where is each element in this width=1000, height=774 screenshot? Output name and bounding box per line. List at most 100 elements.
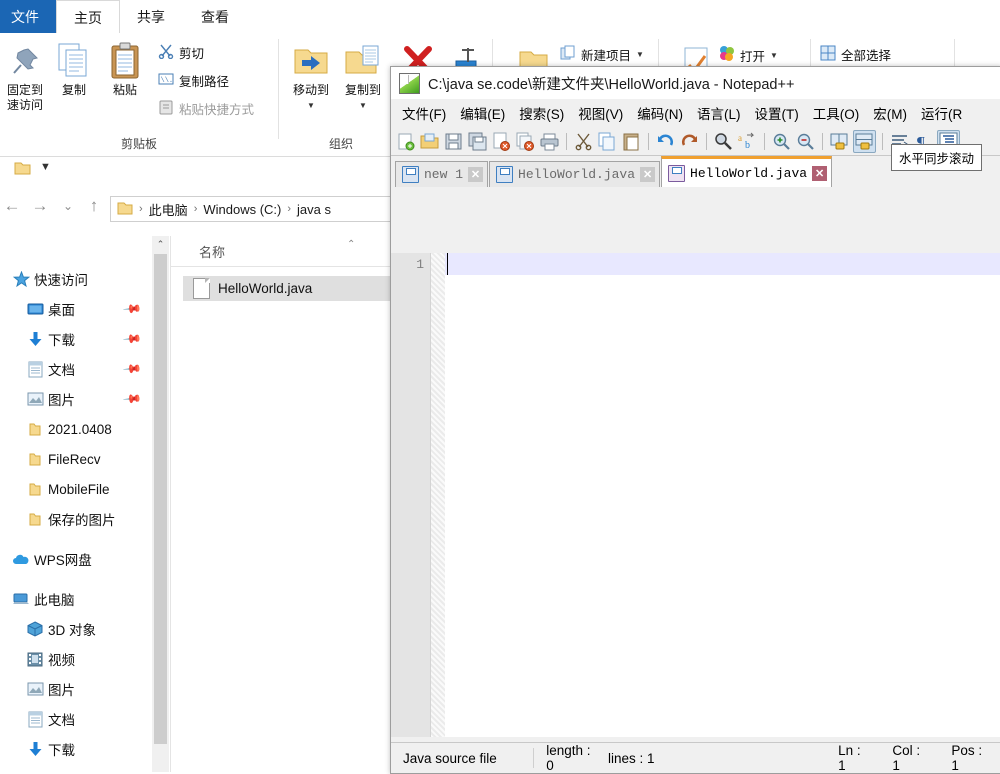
cut-button[interactable]: 剪切 bbox=[158, 43, 204, 62]
sidebar-item-3d-objects[interactable]: 3D 对象 bbox=[0, 614, 152, 644]
pin-icon-downloads[interactable]: 📌 bbox=[122, 329, 142, 349]
save-icon[interactable] bbox=[443, 131, 464, 152]
sidebar-item-documents[interactable]: 文档 📌 bbox=[0, 354, 152, 384]
copy-to-button[interactable]: 复制到 ▼ bbox=[334, 39, 392, 113]
sidebar-item-filerecv[interactable]: FileRecv bbox=[0, 444, 152, 474]
open-file-icon[interactable] bbox=[419, 131, 440, 152]
ribbon-group-clipboard: 固定到 速访问 复制 粘贴 剪切 \\. 复制路径 粘贴快捷方式 剪贴板 bbox=[0, 33, 278, 156]
new-file-icon[interactable] bbox=[395, 131, 416, 152]
sidebar-item-downloads[interactable]: 下载 📌 bbox=[0, 324, 152, 354]
move-to-button[interactable]: 移动到 ▼ bbox=[282, 39, 340, 113]
copy-path-button[interactable]: \\.. 复制路径 bbox=[158, 71, 229, 90]
code-text-area[interactable] bbox=[445, 253, 1000, 737]
sync-vertical-scrolling-icon[interactable] bbox=[829, 131, 850, 152]
menu-language[interactable]: 语言(L) bbox=[690, 100, 748, 126]
ribbon-tab-share[interactable]: 共享 bbox=[120, 0, 182, 33]
navigation-pane: 快速访问 桌面 📌 下载 📌 文档 📌 图片 📌 2021.0408 FileR… bbox=[0, 236, 152, 772]
qat-dropdown-icon[interactable]: ▼ bbox=[40, 161, 51, 173]
move-to-caret-icon[interactable]: ▼ bbox=[282, 98, 340, 113]
menu-file[interactable]: 文件(F) bbox=[395, 100, 453, 126]
close-tab-icon-3[interactable]: ✕ bbox=[812, 165, 828, 181]
print-icon[interactable] bbox=[539, 131, 560, 152]
menu-edit[interactable]: 编辑(E) bbox=[453, 100, 512, 126]
scroll-up-icon[interactable]: ⌃ bbox=[152, 236, 169, 253]
close-tab-icon-1[interactable]: ✕ bbox=[468, 167, 484, 182]
save-all-icon[interactable] bbox=[467, 131, 488, 152]
editor-tab-helloworld-2[interactable]: HelloWorld.java ✕ bbox=[661, 156, 833, 187]
close-file-icon[interactable] bbox=[491, 131, 512, 152]
menu-view[interactable]: 视图(V) bbox=[571, 100, 630, 126]
sidebar-item-quick-access[interactable]: 快速访问 bbox=[0, 264, 152, 294]
copy-icon-toolbar[interactable] bbox=[597, 131, 618, 152]
sidebar-item-music[interactable]: 音乐 bbox=[0, 764, 152, 772]
notepadpp-editor[interactable]: 1 bbox=[391, 253, 1000, 737]
pin-icon-documents[interactable]: 📌 bbox=[122, 359, 142, 379]
copy-button[interactable]: 复制 bbox=[45, 39, 103, 98]
breadcrumb-item-this-pc[interactable]: 此电脑 bbox=[149, 200, 188, 219]
copy-to-caret-icon[interactable]: ▼ bbox=[334, 98, 392, 113]
svg-text:b: b bbox=[745, 140, 750, 151]
menu-search[interactable]: 搜索(S) bbox=[512, 100, 571, 126]
table-row[interactable]: HelloWorld.java bbox=[183, 276, 411, 301]
ribbon-tab-file-label: 文件 bbox=[11, 8, 39, 25]
toolbar-divider-2 bbox=[648, 132, 649, 150]
editor-tab-new-1[interactable]: new 1 ✕ bbox=[395, 161, 489, 187]
find-icon[interactable] bbox=[713, 131, 734, 152]
navigation-pane-scrollbar[interactable]: ⌃ bbox=[152, 236, 169, 772]
pin-icon-pictures[interactable]: 📌 bbox=[122, 389, 142, 409]
replace-icon[interactable]: ab bbox=[737, 131, 758, 152]
paste-shortcut-button[interactable]: 粘贴快捷方式 bbox=[158, 99, 254, 118]
zoom-out-icon[interactable] bbox=[795, 131, 816, 152]
pictures-icon-pc bbox=[22, 682, 48, 696]
sidebar-item-mobilefile[interactable]: MobileFile bbox=[0, 474, 152, 504]
close-tab-icon-2[interactable]: ✕ bbox=[640, 167, 656, 182]
paste-button[interactable]: 粘贴 bbox=[96, 39, 154, 98]
select-all-button[interactable]: 全部选择 bbox=[820, 45, 891, 64]
new-item-button[interactable]: 新建项目 ▼ bbox=[560, 45, 644, 64]
pin-icon-desktop[interactable]: 📌 bbox=[122, 299, 142, 319]
scrollbar-thumb[interactable] bbox=[154, 254, 167, 744]
sidebar-item-documents-pc[interactable]: 文档 bbox=[0, 704, 152, 734]
breadcrumb-item-windows-c[interactable]: Windows (C:) bbox=[203, 202, 281, 217]
sidebar-item-2021-0408[interactable]: 2021.0408 bbox=[0, 414, 152, 444]
sidebar-item-videos[interactable]: 视频 bbox=[0, 644, 152, 674]
sort-ascending-icon: ⌃ bbox=[347, 239, 356, 250]
menu-run[interactable]: 运行(R bbox=[914, 100, 969, 126]
sidebar-item-desktop[interactable]: 桌面 📌 bbox=[0, 294, 152, 324]
qat-folder-icon[interactable] bbox=[14, 161, 31, 179]
menu-encoding[interactable]: 编码(N) bbox=[630, 100, 690, 126]
new-item-icon bbox=[560, 45, 576, 64]
editor-tab-helloworld-1[interactable]: HelloWorld.java ✕ bbox=[489, 161, 661, 187]
ribbon-tab-view[interactable]: 查看 bbox=[184, 0, 246, 33]
copy-to-label: 复制到 bbox=[344, 83, 381, 97]
ribbon-tab-file[interactable]: 文件 bbox=[0, 0, 56, 33]
up-button[interactable]: ↑ bbox=[82, 195, 106, 217]
back-button[interactable]: ← bbox=[0, 195, 24, 217]
redo-icon[interactable] bbox=[679, 131, 700, 152]
cut-icon[interactable] bbox=[573, 131, 594, 152]
sidebar-item-saved-pictures[interactable]: 保存的图片 bbox=[0, 504, 152, 534]
forward-button[interactable]: → bbox=[28, 195, 52, 217]
menu-settings[interactable]: 设置(T) bbox=[748, 100, 806, 126]
new-item-caret-icon[interactable]: ▼ bbox=[636, 50, 644, 59]
open-button[interactable]: 打开 ▼ bbox=[718, 45, 778, 65]
breadcrumb-item-java-se[interactable]: java s bbox=[297, 202, 331, 217]
close-all-files-icon[interactable] bbox=[515, 131, 536, 152]
ribbon-tab-home[interactable]: 主页 bbox=[56, 0, 120, 35]
menu-macro[interactable]: 宏(M) bbox=[866, 100, 914, 126]
notepadpp-title-bar[interactable]: C:\java se.code\新建文件夹\HelloWorld.java - … bbox=[391, 67, 1000, 99]
fold-margin[interactable] bbox=[431, 253, 445, 737]
sidebar-item-downloads-pc[interactable]: 下载 bbox=[0, 734, 152, 764]
open-caret-icon[interactable]: ▼ bbox=[770, 51, 778, 60]
menu-tools[interactable]: 工具(O) bbox=[806, 100, 867, 126]
sidebar-item-this-pc[interactable]: 此电脑 bbox=[0, 584, 152, 614]
sync-horizontal-scrolling-icon[interactable] bbox=[853, 129, 876, 153]
sidebar-item-wps-cloud[interactable]: WPS网盘 bbox=[0, 544, 152, 574]
undo-icon[interactable] bbox=[655, 131, 676, 152]
paste-icon-toolbar[interactable] bbox=[621, 131, 642, 152]
recent-locations-button[interactable]: ⌄ bbox=[56, 195, 80, 217]
sidebar-item-pictures-pc[interactable]: 图片 bbox=[0, 674, 152, 704]
sidebar-label-pictures: 图片 bbox=[48, 393, 75, 408]
sidebar-item-pictures[interactable]: 图片 📌 bbox=[0, 384, 152, 414]
zoom-in-icon[interactable] bbox=[771, 131, 792, 152]
